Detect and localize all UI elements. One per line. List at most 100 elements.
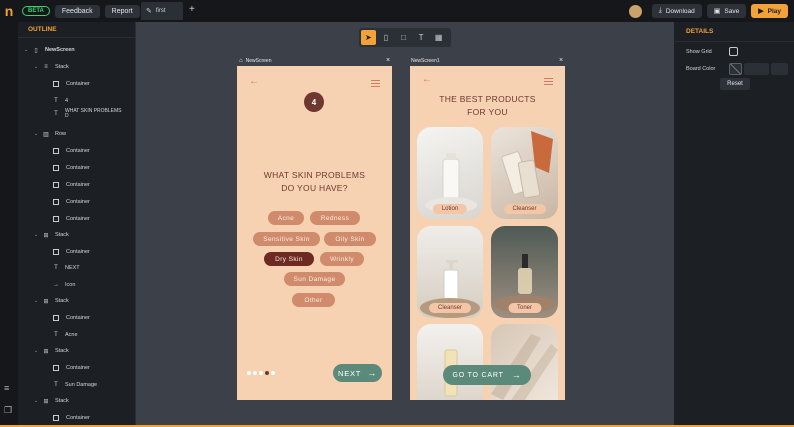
tab-first[interactable]: ✎ first — [141, 2, 183, 20]
outline-item[interactable]: Container — [44, 412, 90, 424]
chip-acne[interactable]: Acne — [268, 211, 304, 225]
outline-item[interactable]: ⌄ ⊞ Stack — [34, 295, 69, 307]
product-card-partial-2[interactable] — [491, 324, 558, 400]
board-color-swatch[interactable] — [729, 63, 742, 75]
node-type-icon: T — [54, 382, 58, 388]
outline-item[interactable]: T WHAT SKIN PROBLEMS D — [44, 108, 125, 120]
page-dot-active — [265, 371, 269, 375]
outline-item-label: Stack — [55, 298, 69, 304]
board-opacity-input[interactable] — [771, 63, 788, 75]
frame-label-newscreen1[interactable]: NewScreen1 — [411, 58, 440, 64]
chevron-down-icon[interactable]: ⌄ — [34, 232, 41, 238]
outline-item[interactable]: Container — [44, 196, 90, 208]
app-logo[interactable]: n — [0, 0, 18, 22]
outline-item[interactable]: Container — [44, 312, 90, 324]
outline-item[interactable]: T Sun Damage — [44, 379, 97, 391]
board-color-input[interactable] — [744, 63, 769, 75]
square-icon: □ — [401, 33, 406, 42]
outline-item[interactable]: T NEXT — [44, 262, 80, 274]
avatar[interactable] — [628, 4, 642, 18]
outline-item[interactable]: ⌄ ⊞ Stack — [34, 395, 69, 407]
grid-tool[interactable]: ▦ — [431, 30, 446, 45]
canvas[interactable] — [136, 22, 674, 425]
outline-item[interactable]: → Icon — [44, 279, 75, 291]
play-label: Play — [767, 7, 781, 15]
close-icon[interactable]: × — [386, 57, 390, 64]
chip-oily-skin[interactable]: Oily Skin — [324, 232, 376, 246]
outline-item[interactable]: Container — [44, 145, 90, 157]
back-arrow-icon[interactable]: ← — [422, 74, 432, 85]
chevron-down-icon[interactable]: ⌄ — [34, 64, 41, 70]
reset-button[interactable]: Reset — [720, 78, 750, 90]
chevron-down-icon[interactable]: ⌄ — [34, 348, 41, 354]
feedback-button[interactable]: Feedback — [54, 4, 100, 18]
chip-dry-skin[interactable]: Dry Skin — [264, 252, 314, 266]
outline-item[interactable]: T Acne — [44, 329, 77, 341]
product-card-toner[interactable]: Toner — [491, 226, 558, 318]
back-arrow-icon[interactable]: ← — [249, 76, 259, 87]
next-button[interactable]: NEXT → — [333, 364, 382, 382]
tool-group: ➤ ▯ □ T ▦ — [359, 28, 451, 47]
home-icon: ⌂ — [239, 58, 243, 64]
menu-icon[interactable] — [544, 78, 553, 85]
container-tool[interactable]: □ — [396, 30, 411, 45]
node-type-icon: T — [54, 98, 58, 104]
question-line-2: DO YOU HAVE? — [281, 182, 348, 193]
download-button[interactable]: ⤓ Download — [651, 4, 702, 18]
page-dot — [271, 371, 275, 375]
play-button[interactable]: ▶ Play — [751, 4, 788, 18]
frame-label-newscreen[interactable]: ⌂ NewScreen — [239, 58, 271, 64]
chip-sun-damage[interactable]: Sun Damage — [284, 272, 345, 286]
chevron-down-icon[interactable]: ⌄ — [24, 47, 31, 53]
chip-wrinkly[interactable]: Wrinkly — [320, 252, 364, 266]
outline-item[interactable]: T4 — [44, 95, 68, 107]
outline-item[interactable]: Container — [44, 213, 90, 225]
report-button[interactable]: Report — [104, 4, 140, 18]
outline-item[interactable]: Container — [44, 246, 90, 258]
step-indicator: 4 — [304, 92, 324, 112]
outline-item[interactable]: Container — [44, 162, 90, 174]
product-card-cleanser[interactable]: Cleanser — [491, 127, 558, 219]
outline-item[interactable]: ⌄ ⊞ Stack — [34, 345, 69, 357]
outline-item[interactable]: ⌄ ▯ NewScreen — [24, 44, 75, 56]
chip-redness[interactable]: Redness — [310, 211, 360, 225]
outline-item[interactable]: ⌄ ⊞ Stack — [34, 229, 69, 241]
pages-icon[interactable]: ❐ — [4, 405, 12, 416]
container-icon — [53, 81, 59, 87]
product-card-lotion[interactable]: Lotion — [417, 127, 483, 219]
save-button[interactable]: ▣ Save — [706, 4, 747, 18]
frame-title: NewScreen — [245, 58, 272, 64]
product-card-partial[interactable] — [417, 324, 483, 400]
text-tool[interactable]: T — [414, 30, 429, 45]
beta-badge: BETA — [22, 6, 50, 16]
outline-item-label: NEXT — [65, 265, 80, 271]
chip-sensitive-skin[interactable]: Sensitive Skin — [253, 232, 320, 246]
menu-icon[interactable] — [371, 80, 380, 87]
go-to-cart-button[interactable]: GO TO CART → — [443, 365, 531, 385]
container-icon — [53, 365, 59, 371]
outline-item[interactable]: Container — [44, 78, 90, 90]
outline-item[interactable]: Container — [44, 362, 90, 374]
add-tab-button[interactable]: + — [189, 4, 195, 15]
chevron-down-icon[interactable]: ⌄ — [34, 398, 41, 404]
product-card-cleanser-2[interactable]: Cleanser — [417, 226, 483, 318]
chevron-down-icon[interactable]: ⌄ — [34, 131, 41, 137]
container-icon — [53, 216, 59, 222]
chip-other[interactable]: Other — [292, 293, 335, 307]
close-icon[interactable]: × — [559, 57, 563, 64]
screen-tool[interactable]: ▯ — [379, 30, 394, 45]
show-grid-checkbox[interactable] — [729, 47, 738, 56]
outline-item[interactable]: Container — [44, 179, 90, 191]
outline-item-label: 4 — [65, 98, 69, 104]
tab-label: first — [155, 8, 166, 14]
outline-item[interactable]: ⌄ ≡ Stack — [34, 61, 69, 73]
outline-item-label: Container — [66, 249, 90, 255]
outline-item[interactable]: ⌄ ▥ Row — [34, 128, 66, 140]
layers-icon[interactable]: ≡ — [4, 383, 9, 393]
outline-item-label: Sun Damage — [65, 382, 98, 388]
select-tool[interactable]: ➤ — [361, 30, 376, 45]
outline-item-label: Container — [66, 81, 90, 87]
outline-item-label: Container — [66, 148, 90, 154]
chevron-down-icon[interactable]: ⌄ — [34, 298, 41, 304]
left-strip: ≡ ❐ — [0, 22, 18, 427]
